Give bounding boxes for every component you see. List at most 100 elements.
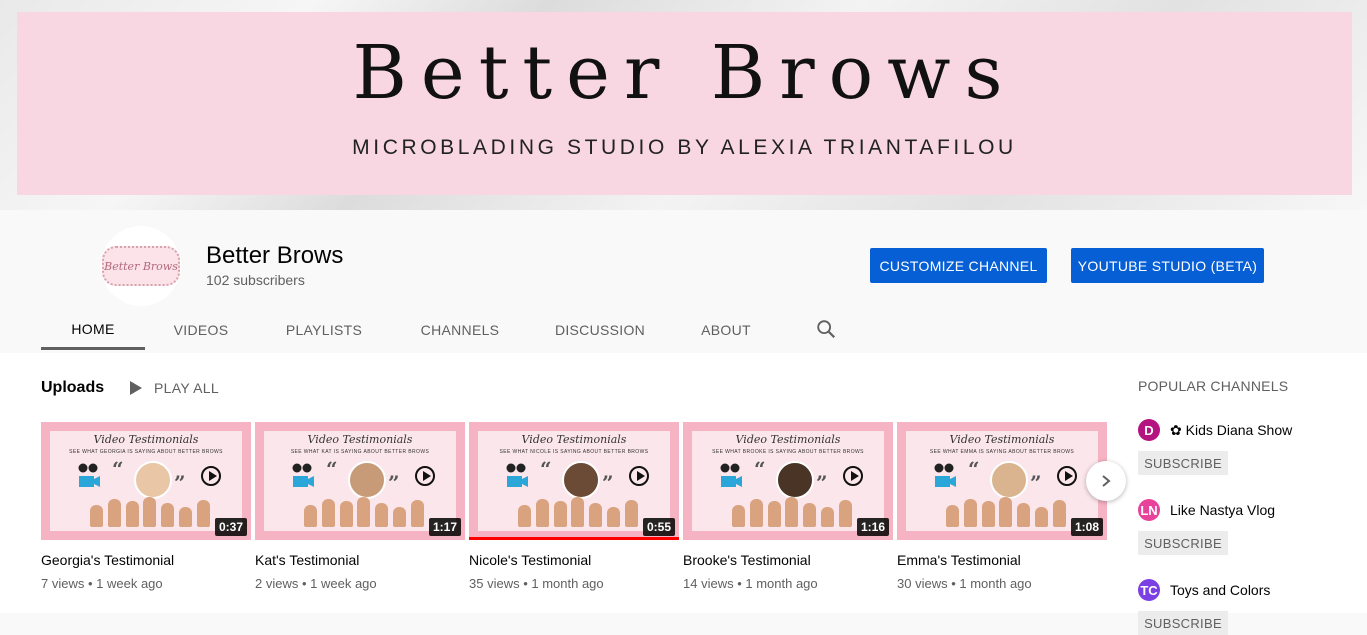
open-quote-icon: “ xyxy=(754,457,766,481)
video-card[interactable]: Video Testimonials SEE WHAT EMMA IS SAYI… xyxy=(897,422,1107,591)
video-metadata: 2 views • 1 week ago xyxy=(255,576,377,591)
close-quote-icon: ” xyxy=(388,471,400,495)
thumbnail-art: Video Testimonials SEE WHAT GEORGIA IS S… xyxy=(50,431,242,531)
thumbs-up-icon xyxy=(357,497,371,527)
view-count: 35 views xyxy=(469,576,520,591)
video-camera-icon xyxy=(292,463,314,487)
upload-age: 1 week ago xyxy=(96,576,163,591)
chevron-right-icon xyxy=(1102,475,1111,487)
banner-art: Better Brows MICROBLADING STUDIO BY ALEX… xyxy=(17,12,1352,195)
thumbs-up-icon xyxy=(553,501,567,527)
video-title[interactable]: Kat's Testimonial xyxy=(255,552,465,568)
video-thumbnail[interactable]: Video Testimonials SEE WHAT KAT IS SAYIN… xyxy=(255,422,465,540)
open-quote-icon: “ xyxy=(540,457,552,481)
thumbs-up-icon xyxy=(732,505,745,527)
thumbs-up-icon xyxy=(1017,503,1031,527)
upload-age: 1 month ago xyxy=(959,576,1032,591)
play-circle-icon xyxy=(415,466,435,486)
video-title[interactable]: Nicole's Testimonial xyxy=(469,552,679,568)
play-circle-icon xyxy=(843,466,863,486)
thumbnail-art: Video Testimonials SEE WHAT EMMA IS SAYI… xyxy=(906,431,1098,531)
uploads-heading[interactable]: Uploads xyxy=(41,379,104,397)
tab-about[interactable]: ABOUT xyxy=(690,310,762,350)
video-camera-icon xyxy=(78,463,100,487)
video-thumbnail[interactable]: Video Testimonials SEE WHAT EMMA IS SAYI… xyxy=(897,422,1107,540)
video-card[interactable]: Video Testimonials SEE WHAT GEORGIA IS S… xyxy=(41,422,251,591)
thumbs-up-icon xyxy=(785,497,799,527)
thumbs-up-icon xyxy=(589,503,603,527)
subscriber-count: 102 subscribers xyxy=(206,272,305,288)
video-camera-icon xyxy=(934,463,956,487)
thumbs-up-icon xyxy=(321,499,335,527)
popular-channel-link[interactable]: TC Toys and Colors xyxy=(1138,579,1358,601)
avatar-logo-text: Better Brows xyxy=(102,246,180,286)
home-content: Uploads PLAY ALL Video Testimonials SEE … xyxy=(0,353,1367,635)
thumbs-up-row xyxy=(518,493,638,527)
subscribe-button[interactable]: SUBSCRIBE xyxy=(1138,451,1228,475)
video-title[interactable]: Brooke's Testimonial xyxy=(683,552,893,568)
play-icon xyxy=(130,381,142,395)
thumbs-up-row xyxy=(90,493,210,527)
thumbnail-title: Video Testimonials xyxy=(949,433,1055,446)
video-duration: 1:17 xyxy=(428,518,461,536)
banner-subtitle: MICROBLADING STUDIO BY ALEXIA TRIANTAFIL… xyxy=(352,136,1017,159)
play-circle-icon xyxy=(1057,466,1077,486)
upload-age: 1 month ago xyxy=(745,576,818,591)
thumbs-up-icon xyxy=(571,497,585,527)
video-metadata: 30 views • 1 month ago xyxy=(897,576,1032,591)
view-count: 14 views xyxy=(683,576,734,591)
channel-name: Better Brows xyxy=(206,242,344,269)
next-arrow-button[interactable] xyxy=(1086,461,1126,501)
thumbs-up-icon xyxy=(410,500,424,527)
thumbs-up-icon xyxy=(125,501,139,527)
channel-logo: D xyxy=(1138,419,1160,441)
subscribe-button[interactable]: SUBSCRIBE xyxy=(1138,611,1228,635)
popular-channel-item: D ✿ Kids Diana Show SUBSCRIBE xyxy=(1138,419,1358,475)
tab-home[interactable]: HOME xyxy=(41,310,145,350)
play-all-button[interactable]: PLAY ALL xyxy=(130,380,219,396)
tab-videos[interactable]: VIDEOS xyxy=(160,310,242,350)
video-duration: 0:55 xyxy=(642,518,675,536)
thumbnail-subtitle: SEE WHAT BROOKE IS SAYING ABOUT BETTER B… xyxy=(712,449,864,455)
video-duration: 1:08 xyxy=(1070,518,1103,536)
customize-channel-button[interactable]: CUSTOMIZE CHANNEL xyxy=(870,248,1047,283)
video-thumbnail[interactable]: Video Testimonials SEE WHAT NICOLE IS SA… xyxy=(469,422,679,540)
view-count: 2 views xyxy=(255,576,299,591)
upload-age: 1 week ago xyxy=(310,576,377,591)
youtube-studio-button[interactable]: YOUTUBE STUDIO (BETA) xyxy=(1071,248,1264,283)
video-card[interactable]: Video Testimonials SEE WHAT KAT IS SAYIN… xyxy=(255,422,465,591)
channel-avatar[interactable]: Better Brows xyxy=(101,226,181,306)
video-thumbnail[interactable]: Video Testimonials SEE WHAT BROOKE IS SA… xyxy=(683,422,893,540)
thumbs-up-icon xyxy=(749,499,763,527)
video-title[interactable]: Emma's Testimonial xyxy=(897,552,1107,568)
video-title[interactable]: Georgia's Testimonial xyxy=(41,552,251,568)
thumbs-up-icon xyxy=(1052,500,1066,527)
popular-channel-item: LN Like Nastya Vlog SUBSCRIBE xyxy=(1138,499,1358,555)
video-card[interactable]: Video Testimonials SEE WHAT NICOLE IS SA… xyxy=(469,422,679,591)
subscribe-button[interactable]: SUBSCRIBE xyxy=(1138,531,1228,555)
video-camera-icon xyxy=(720,463,742,487)
play-all-label: PLAY ALL xyxy=(154,380,219,396)
open-quote-icon: “ xyxy=(968,457,980,481)
channel-logo: TC xyxy=(1138,579,1160,601)
channel-banner: Better Brows MICROBLADING STUDIO BY ALEX… xyxy=(0,0,1367,210)
popular-channel-link[interactable]: LN Like Nastya Vlog xyxy=(1138,499,1358,521)
thumbs-up-icon xyxy=(767,501,781,527)
search-icon[interactable] xyxy=(815,318,837,340)
video-duration: 0:37 xyxy=(214,518,247,536)
popular-channel-name: ✿ Kids Diana Show xyxy=(1170,421,1293,438)
open-quote-icon: “ xyxy=(326,457,338,481)
thumbnail-subtitle: SEE WHAT KAT IS SAYING ABOUT BETTER BROW… xyxy=(290,449,430,455)
thumbnail-title: Video Testimonials xyxy=(307,433,413,446)
thumbs-up-row xyxy=(304,493,424,527)
tab-channels[interactable]: CHANNELS xyxy=(410,310,510,350)
thumbs-up-row xyxy=(946,493,1066,527)
watch-progress-bar xyxy=(469,537,679,540)
banner-title: Better Brows xyxy=(352,30,1017,116)
upload-age: 1 month ago xyxy=(531,576,604,591)
tab-discussion[interactable]: DISCUSSION xyxy=(545,310,655,350)
tab-playlists[interactable]: PLAYLISTS xyxy=(274,310,374,350)
video-card[interactable]: Video Testimonials SEE WHAT BROOKE IS SA… xyxy=(683,422,893,591)
video-thumbnail[interactable]: Video Testimonials SEE WHAT GEORGIA IS S… xyxy=(41,422,251,540)
popular-channel-link[interactable]: D ✿ Kids Diana Show xyxy=(1138,419,1358,441)
